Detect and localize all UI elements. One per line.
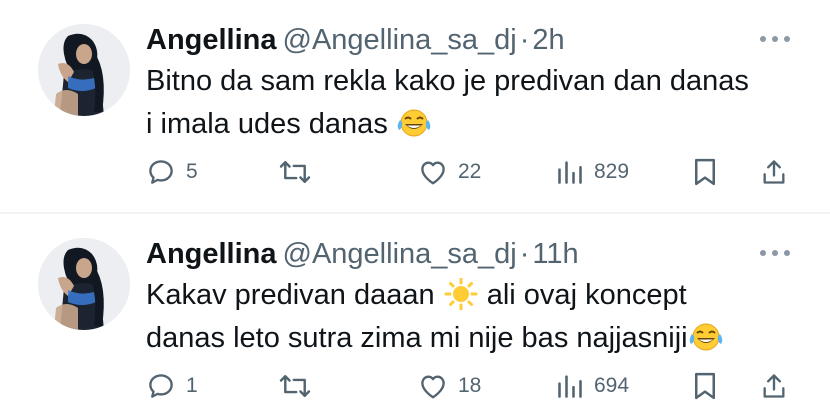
action-bar: 5 22 829 — [146, 150, 796, 194]
sun-emoji-icon — [444, 278, 478, 310]
heart-icon — [421, 161, 445, 185]
tweet-text: Kakav predivan daaan ali ovaj koncept da… — [146, 274, 806, 360]
reply-button[interactable]: 5 — [146, 150, 198, 194]
views-button[interactable]: 829 — [556, 150, 629, 194]
tweet-text-line: Bitno da sam rekla kako je predivan dan … — [146, 65, 749, 97]
separator-dot: · — [519, 24, 530, 56]
like-count: 18 — [458, 374, 482, 397]
bookmark-button[interactable] — [692, 150, 718, 194]
author-handle[interactable]: @Angellina_sa_dj — [283, 24, 517, 56]
share-icon — [763, 374, 785, 398]
laughing-tears-emoji-icon — [688, 323, 723, 351]
tweet-text-segment: Kakav predivan daaan — [146, 279, 435, 311]
tweet[interactable]: Angellina @Angellina_sa_dj · 2h Bitno da sa… — [0, 0, 830, 206]
timestamp[interactable]: 11h — [532, 238, 578, 270]
views-button[interactable]: 694 — [556, 364, 629, 408]
reply-button[interactable]: 1 — [146, 364, 198, 408]
timestamp[interactable]: 2h — [532, 24, 564, 56]
action-bar: 1 18 694 — [146, 364, 796, 408]
laughing-tears-emoji-icon — [396, 109, 432, 137]
reply-count: 5 — [186, 160, 198, 183]
bookmark-button[interactable] — [692, 364, 718, 408]
view-count: 694 — [594, 374, 630, 397]
share-button[interactable] — [760, 364, 788, 408]
tweet-header: Angellina @Angellina_sa_dj · 2h — [146, 20, 565, 60]
reply-icon — [149, 374, 173, 398]
bookmark-icon — [695, 158, 715, 186]
avatar[interactable] — [38, 24, 130, 116]
tweet[interactable]: Angellina @Angellina_sa_dj · 11h Kakav pred… — [0, 214, 830, 420]
share-button[interactable] — [760, 150, 788, 194]
tweet-text-segment: ali ovaj koncept — [486, 279, 687, 311]
bookmark-icon — [695, 372, 715, 400]
tweet-text-line: i imala udes danas — [146, 108, 388, 140]
reply-icon — [149, 160, 173, 184]
author-name[interactable]: Angellina — [146, 238, 277, 270]
avatar[interactable] — [38, 238, 130, 330]
tweet-text-line: danas leto sutra zima mi nije bas najjas… — [146, 322, 688, 354]
retweet-icon — [279, 375, 311, 397]
like-button[interactable]: 18 — [418, 364, 481, 408]
share-icon — [763, 160, 785, 184]
tweet-header: Angellina @Angellina_sa_dj · 11h — [146, 234, 579, 274]
view-count: 829 — [594, 160, 630, 183]
more-options-icon[interactable] — [760, 34, 790, 44]
author-handle[interactable]: @Angellina_sa_dj — [283, 238, 517, 270]
more-options-icon[interactable] — [760, 248, 790, 258]
heart-icon — [421, 375, 445, 399]
views-chart-icon — [558, 161, 582, 184]
reply-count: 1 — [186, 374, 198, 397]
separator-dot: · — [519, 238, 530, 270]
author-name[interactable]: Angellina — [146, 24, 277, 56]
retweet-button[interactable] — [278, 364, 312, 408]
like-button[interactable]: 22 — [418, 150, 481, 194]
retweet-button[interactable] — [278, 150, 312, 194]
tweet-text: Bitno da sam rekla kako je predivan dan … — [146, 60, 806, 146]
views-chart-icon — [558, 375, 582, 398]
retweet-icon — [279, 161, 311, 183]
like-count: 22 — [458, 160, 482, 183]
